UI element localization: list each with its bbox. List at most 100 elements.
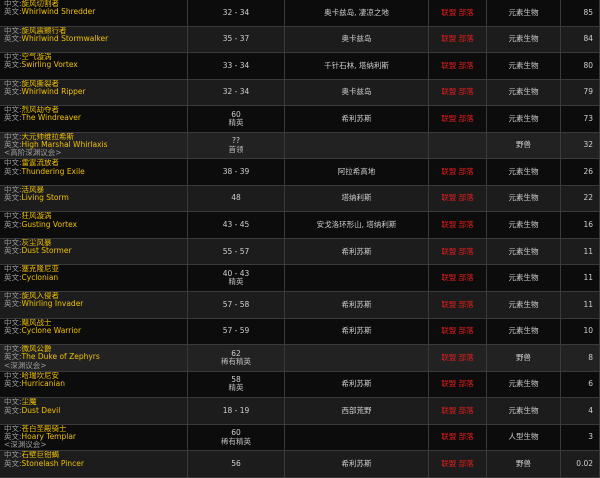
percent-cell: 6 — [561, 371, 600, 399]
npc-name-cell: 中文:旋风震颤行者 英文:Whirlwind Stormwalker — [0, 26, 188, 54]
zone-link[interactable]: 希利苏斯 — [342, 326, 372, 335]
zone-link[interactable]: 奥卡兹岛 — [342, 34, 372, 43]
zone-cell: 西部荒野 — [285, 398, 429, 425]
npc-name-cell: 中文:狂风漩涡 英文:Gusting Vortex — [0, 212, 188, 239]
reaction-text: 联盟 部落 — [441, 87, 474, 97]
npc-name-en-link[interactable]: Living Storm — [22, 193, 69, 202]
level-cell: 60 精英 — [188, 106, 285, 133]
name-en-line: 英文:Thundering Exile — [4, 167, 85, 176]
type-cell: 野兽 — [487, 345, 561, 372]
npc-table: 中文:旋风切割者 英文:Whirlwind Shredder 32 - 34 奥卡兹岛… — [0, 0, 600, 478]
zone-link[interactable]: 塔纳利斯 — [342, 194, 372, 203]
creature-type: 元素生物 — [508, 34, 539, 44]
creature-type: 元素生物 — [508, 220, 539, 229]
en-label: 英文: — [4, 246, 22, 256]
type-cell: 元素生物 — [487, 238, 561, 266]
level-value: 18 - 19 — [222, 405, 250, 415]
zone-cell — [285, 265, 429, 293]
zone-link[interactable]: 希利苏斯 — [342, 379, 372, 388]
en-label: 英文: — [4, 193, 22, 203]
level-cell: 60 稀有精英 — [188, 424, 285, 452]
percent-cell: 32 — [561, 132, 600, 160]
reaction-text: 联盟 部落 — [441, 352, 474, 362]
creature-type: 野兽 — [516, 140, 531, 150]
zone-link[interactable]: 希利苏斯 — [342, 300, 372, 309]
npc-name-en-link[interactable]: Whirlwind Shredder — [22, 7, 96, 16]
npc-name-en-link[interactable]: Dust Stormer — [22, 246, 72, 255]
npc-faction-tag: <高阶深渊议会> — [4, 148, 62, 158]
type-cell: 元素生物 — [487, 79, 561, 107]
faction-cell: 联盟 部落 — [429, 451, 487, 478]
npc-name-cell: 中文:石壁巨钳蝎 英文:Stonelash Pincer — [0, 451, 188, 478]
percent-value: 84 — [583, 34, 593, 44]
percent-cell: 11 — [561, 292, 600, 319]
zone-link[interactable]: 希利苏斯 — [342, 247, 372, 256]
zone-link[interactable]: 希利苏斯 — [342, 459, 372, 468]
level-value: 48 — [231, 193, 241, 203]
zone-link[interactable]: 千针石林, 塔纳利斯 — [324, 61, 389, 70]
percent-cell: 79 — [561, 79, 600, 107]
zone-cell: 希利苏斯 — [285, 451, 429, 478]
npc-name-en-link[interactable]: Cyclonian — [22, 273, 59, 282]
level-stack: 33 - 34 — [223, 61, 250, 70]
npc-name-en-link[interactable]: Whirling Invader — [22, 299, 84, 308]
percent-cell: 80 — [561, 53, 600, 80]
zone-link[interactable]: 希利苏斯 — [342, 114, 372, 123]
name-en-line: 英文:Whirlwind Stormwalker — [4, 34, 109, 43]
npc-name-en-link[interactable]: Stonelash Pincer — [22, 459, 84, 468]
npc-name-en-link[interactable]: Cyclone Warrior — [22, 326, 82, 335]
creature-type: 元素生物 — [508, 405, 539, 415]
percent-cell: 22 — [561, 185, 600, 213]
zone-cell: 希利苏斯 — [285, 106, 429, 133]
level-cell: ?? 首领 — [188, 132, 285, 160]
level-value: 57 - 59 — [222, 326, 250, 336]
creature-type: 元素生物 — [508, 166, 539, 176]
type-cell: 人型生物 — [487, 424, 561, 452]
npc-name-en-link[interactable]: Whirlwind Ripper — [22, 87, 86, 96]
type-cell: 元素生物 — [487, 26, 561, 54]
npc-name-en-link[interactable]: Thundering Exile — [22, 167, 85, 176]
en-label: 英文: — [4, 219, 22, 229]
zone-link[interactable]: 奥卡兹岛 — [342, 87, 372, 96]
reaction-text: 联盟 部落 — [441, 273, 474, 283]
npc-name-en-link[interactable]: Dust Devil — [22, 406, 61, 415]
en-label: 英文: — [4, 458, 22, 468]
percent-cell: 85 — [561, 0, 600, 27]
faction-cell: 联盟 部落 — [429, 318, 487, 346]
percent-value: 11 — [583, 273, 593, 283]
classification: 稀有精英 — [221, 356, 251, 366]
npc-name-cell: 中文:飓风战士 英文:Cyclone Warrior — [0, 318, 188, 346]
zone-link[interactable]: 西部荒野 — [342, 406, 372, 415]
zone-link[interactable]: 阿拉希高地 — [338, 167, 376, 176]
type-cell: 元素生物 — [487, 53, 561, 80]
en-label: 英文: — [4, 325, 22, 335]
zone-link[interactable]: 奥卡兹岛, 凄凉之地 — [324, 8, 389, 17]
npc-name-cell: 中文:尘魔 英文:Dust Devil — [0, 398, 188, 425]
reaction-text: 联盟 部落 — [441, 405, 474, 415]
reaction-text: 联盟 部落 — [441, 166, 474, 176]
level-cell: 40 - 43 精英 — [188, 265, 285, 293]
npc-name-en-link[interactable]: Swirling Vortex — [22, 60, 78, 69]
level-value: 32 - 34 — [222, 7, 250, 17]
npc-name-en-link[interactable]: Whirlwind Stormwalker — [22, 34, 109, 43]
npc-name-en-link[interactable]: The Windreaver — [22, 113, 81, 122]
percent-value: 8 — [588, 352, 593, 362]
reaction-text: 联盟 部落 — [441, 326, 474, 336]
zone-link[interactable]: 安戈洛环形山, 塔纳利斯 — [317, 220, 397, 229]
en-label: 英文: — [4, 272, 22, 282]
zone-cell: 希利苏斯 — [285, 238, 429, 266]
npc-name-en-link[interactable]: Gusting Vortex — [22, 220, 77, 229]
percent-value: 79 — [583, 87, 593, 97]
npc-faction-tag: <深渊议会> — [4, 360, 47, 370]
npc-faction-tag: <深渊议会> — [4, 440, 47, 450]
level-value: 57 - 58 — [222, 299, 250, 309]
percent-value: 16 — [583, 220, 593, 229]
name-en-line: 英文:Whirling Invader — [4, 300, 83, 308]
level-cell: 38 - 39 — [188, 159, 285, 186]
npc-name-cell: 中文:微风公爵 英文:The Duke of Zephyrs <深渊议会> — [0, 345, 188, 372]
en-label: 英文: — [4, 378, 22, 388]
en-label: 英文: — [4, 86, 22, 96]
type-cell: 元素生物 — [487, 398, 561, 425]
npc-name-en-link[interactable]: Hurricanian — [22, 379, 65, 388]
faction-cell: 联盟 部落 — [429, 238, 487, 266]
